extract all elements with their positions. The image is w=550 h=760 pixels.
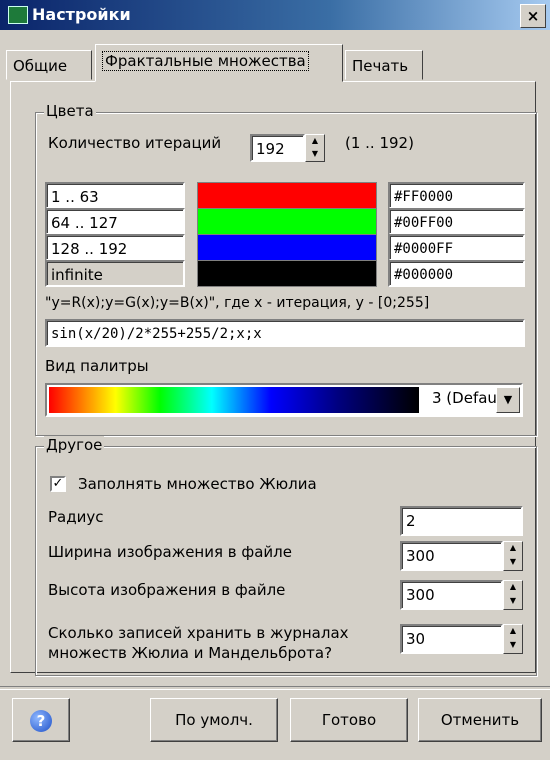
palette-select[interactable]: 3 (Default) ▼ xyxy=(45,383,523,417)
history-label-line2: множеств Жюлиа и Мандельброта? xyxy=(48,644,333,662)
tab-print[interactable]: Печать xyxy=(345,50,423,80)
color-swatch-green[interactable] xyxy=(197,208,377,235)
spin-down-icon[interactable]: ▼ xyxy=(504,556,522,570)
app-window-icon xyxy=(8,6,28,24)
color-swatch-red[interactable] xyxy=(197,182,377,209)
tab-general-label: Общие xyxy=(13,57,68,75)
tab-fractal-sets-label: Фрактальные множества xyxy=(102,51,309,71)
spin-up-icon[interactable]: ▲ xyxy=(504,625,522,639)
tab-fractal-sets[interactable]: Фрактальные множества xyxy=(95,44,343,82)
close-button[interactable]: × xyxy=(520,4,546,28)
range-field-blue[interactable]: 128 .. 192 xyxy=(45,234,185,261)
formula-input[interactable]: sin(x/20)/2*255+255/2;x;x xyxy=(45,319,525,347)
ok-button[interactable]: Готово xyxy=(290,698,408,742)
range-field-red[interactable]: 1 .. 63 xyxy=(45,182,185,209)
hex-field-blue[interactable]: #0000FF xyxy=(388,234,525,261)
spin-up-icon[interactable]: ▲ xyxy=(504,542,522,556)
color-swatch-blue[interactable] xyxy=(197,234,377,261)
image-width-label: Ширина изображения в файле xyxy=(48,543,292,561)
history-count-input[interactable]: 30 xyxy=(400,624,503,654)
fill-julia-checkbox[interactable]: ✓ xyxy=(50,476,66,492)
fill-julia-label: Заполнять множество Жюлиа xyxy=(78,475,317,493)
hex-field-infinite[interactable]: #000000 xyxy=(388,260,525,287)
history-count-spinner[interactable]: ▲ ▼ xyxy=(503,624,523,654)
range-field-green[interactable]: 64 .. 127 xyxy=(45,208,185,235)
image-width-spinner[interactable]: ▲ ▼ xyxy=(503,541,523,571)
radius-label: Радиус xyxy=(48,508,104,526)
radius-input[interactable]: 2 xyxy=(400,506,523,536)
range-field-infinite: infinite xyxy=(45,260,185,287)
image-width-input[interactable]: 300 xyxy=(400,541,503,571)
iterations-range: (1 .. 192) xyxy=(345,134,414,152)
iterations-input[interactable]: 192 xyxy=(250,134,305,162)
chevron-down-icon[interactable]: ▼ xyxy=(496,387,520,413)
palette-label: Вид палитры xyxy=(45,357,149,375)
spin-down-icon[interactable]: ▼ xyxy=(504,639,522,653)
formula-hint: "y=R(x);y=G(x);y=B(x)", где x - итерация… xyxy=(45,295,430,311)
help-button[interactable]: ? xyxy=(12,698,70,742)
other-group-title: Другое xyxy=(44,436,105,454)
cancel-button[interactable]: Отменить xyxy=(418,698,542,742)
palette-gradient-preview xyxy=(49,387,419,413)
spin-down-icon[interactable]: ▼ xyxy=(504,595,522,609)
image-height-input[interactable]: 300 xyxy=(400,580,503,610)
iterations-label: Количество итераций xyxy=(48,134,222,152)
spin-down-icon[interactable]: ▼ xyxy=(306,148,324,161)
color-swatch-infinite[interactable] xyxy=(197,260,377,287)
footer-separator xyxy=(0,686,550,690)
history-label-line1: Сколько записей хранить в журналах xyxy=(48,624,349,642)
tab-print-label: Печать xyxy=(352,57,409,75)
title-bar: Настройки × xyxy=(0,0,550,30)
spin-up-icon[interactable]: ▲ xyxy=(306,135,324,148)
iterations-spinner[interactable]: ▲ ▼ xyxy=(305,134,325,162)
default-button[interactable]: По умолч. xyxy=(150,698,278,742)
image-height-label: Высота изображения в файле xyxy=(48,581,286,599)
help-icon: ? xyxy=(30,709,52,732)
window-title: Настройки xyxy=(32,5,131,24)
colors-group-title: Цвета xyxy=(44,102,96,120)
image-height-spinner[interactable]: ▲ ▼ xyxy=(503,580,523,610)
tab-general[interactable]: Общие xyxy=(6,50,92,80)
spin-up-icon[interactable]: ▲ xyxy=(504,581,522,595)
hex-field-red[interactable]: #FF0000 xyxy=(388,182,525,209)
hex-field-green[interactable]: #00FF00 xyxy=(388,208,525,235)
